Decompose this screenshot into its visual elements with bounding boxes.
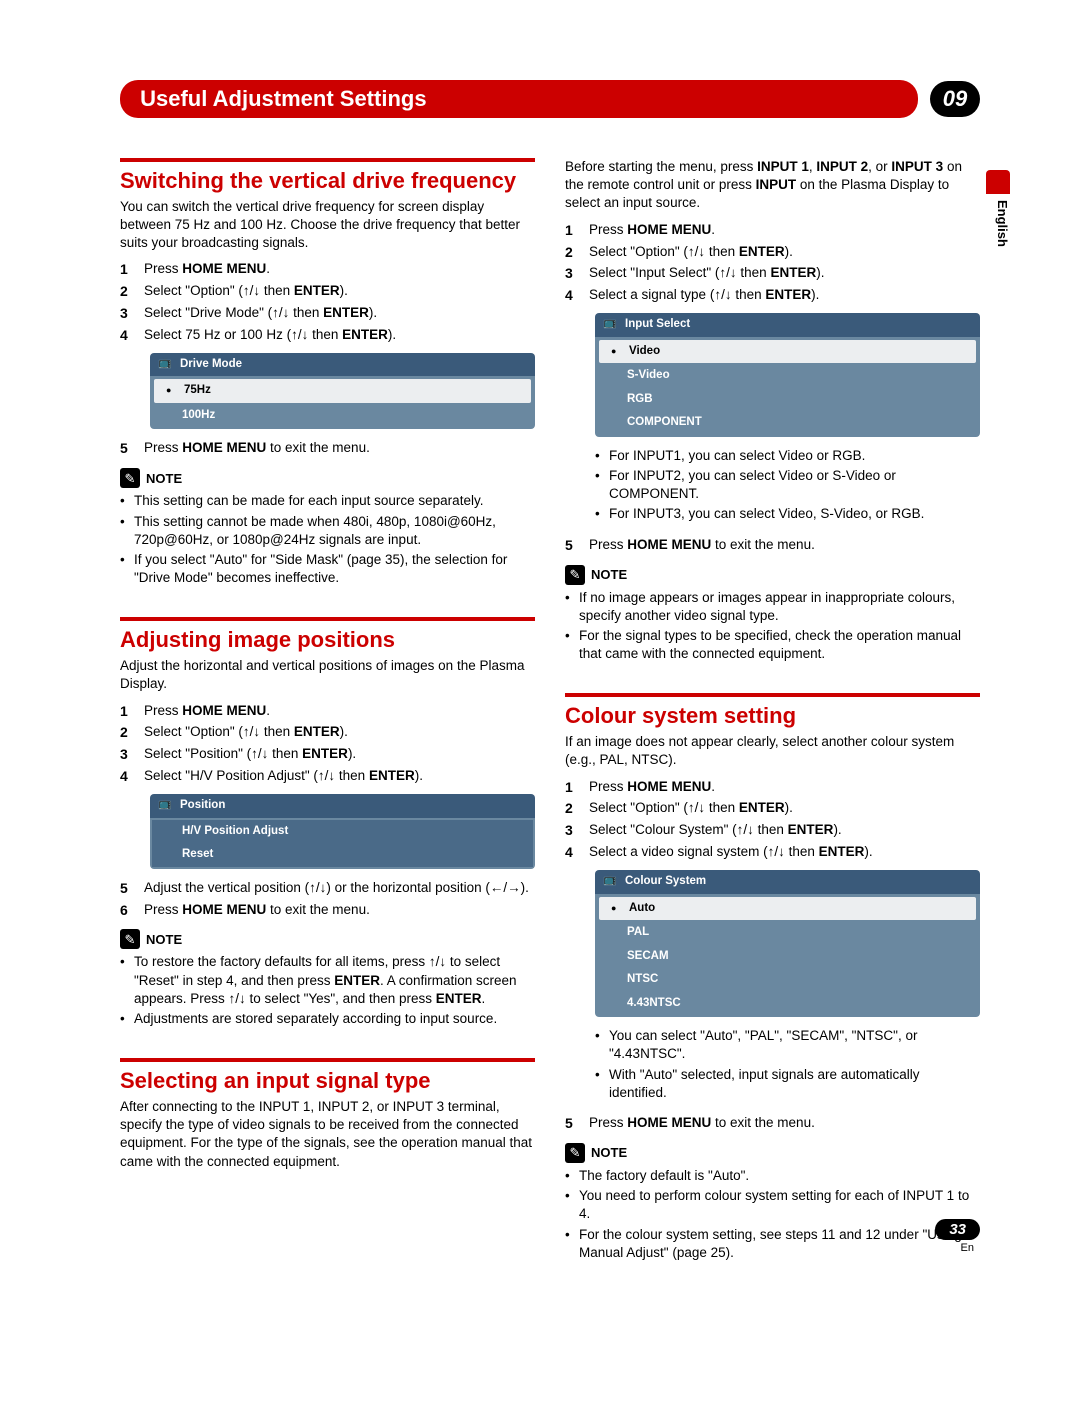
section-heading: Selecting an input signal type: [120, 1066, 535, 1096]
onscreen-menu-position: 📺Position H/V Position AdjustReset: [150, 794, 535, 869]
note-label: NOTE: [146, 470, 182, 488]
note-heading: ✎ NOTE: [120, 468, 535, 488]
note-label: NOTE: [146, 931, 182, 949]
chapter-title: Useful Adjustment Settings: [140, 86, 426, 111]
onscreen-item: 4.43NTSC: [597, 992, 978, 1016]
steps-list: 1Press HOME MENU.2Select "Option" (↑/↓ t…: [120, 702, 535, 787]
page-language-code: En: [935, 1242, 974, 1254]
onscreen-item: H/V Position Adjust: [152, 820, 533, 844]
section-rule: [120, 158, 535, 162]
onscreen-item: Auto: [599, 897, 976, 921]
onscreen-body: VideoS-VideoRGBCOMPONENT: [595, 337, 980, 437]
onscreen-title: 📺Input Select: [595, 313, 980, 337]
onscreen-item: 75Hz: [154, 379, 531, 403]
page-header: Useful Adjustment Settings 09: [120, 80, 980, 118]
onscreen-body: H/V Position AdjustReset: [150, 818, 535, 869]
section-intro: You can switch the vertical drive freque…: [120, 198, 535, 253]
pencil-icon: ✎: [120, 929, 140, 949]
note-list: To restore the factory defaults for all …: [120, 953, 535, 1028]
left-column: Switching the vertical drive frequency Y…: [120, 158, 535, 1274]
menu-icon: 📺: [603, 316, 617, 331]
note-heading: ✎ NOTE: [565, 565, 980, 585]
steps-list: 5Press HOME MENU to exit the menu.: [565, 536, 980, 555]
steps-list: 1Press HOME MENU.2Select "Option" (↑/↓ t…: [565, 778, 980, 863]
note-list: The factory default is "Auto".You need t…: [565, 1167, 980, 1262]
onscreen-title: 📺Colour System: [595, 870, 980, 894]
sub-bullet-list: You can select "Auto", "PAL", "SECAM", "…: [595, 1027, 980, 1102]
note-list: If no image appears or images appear in …: [565, 589, 980, 664]
onscreen-item: SECAM: [597, 945, 978, 969]
note-list: This setting can be made for each input …: [120, 492, 535, 587]
pencil-icon: ✎: [565, 565, 585, 585]
note-label: NOTE: [591, 566, 627, 584]
onscreen-body: AutoPALSECAMNTSC4.43NTSC: [595, 894, 980, 1018]
menu-icon: 📺: [158, 356, 172, 371]
sub-bullet-list: For INPUT1, you can select Video or RGB.…: [595, 447, 980, 524]
chapter-number-badge: 09: [930, 81, 980, 117]
pencil-icon: ✎: [120, 468, 140, 488]
section-rule: [565, 693, 980, 697]
column-intro: Before starting the menu, press INPUT 1,…: [565, 158, 980, 213]
steps-list: 1Press HOME MENU.2Select "Option" (↑/↓ t…: [565, 221, 980, 306]
section-heading: Switching the vertical drive frequency: [120, 166, 535, 196]
section-heading: Adjusting image positions: [120, 625, 535, 655]
onscreen-menu-input-select: 📺Input Select VideoS-VideoRGBCOMPONENT: [595, 313, 980, 437]
section-rule: [120, 1058, 535, 1062]
onscreen-menu-colour-system: 📺Colour System AutoPALSECAMNTSC4.43NTSC: [595, 870, 980, 1017]
onscreen-item: 100Hz: [152, 404, 533, 428]
onscreen-title: 📺Position: [150, 794, 535, 818]
section-intro: After connecting to the INPUT 1, INPUT 2…: [120, 1098, 535, 1171]
note-heading: ✎ NOTE: [565, 1143, 980, 1163]
pencil-icon: ✎: [565, 1143, 585, 1163]
onscreen-title: 📺Drive Mode: [150, 353, 535, 377]
onscreen-item: S-Video: [597, 364, 978, 388]
onscreen-item: PAL: [597, 921, 978, 945]
steps-list: 5Press HOME MENU to exit the menu.: [565, 1114, 980, 1133]
onscreen-item: Reset: [152, 843, 533, 867]
onscreen-item: NTSC: [597, 968, 978, 992]
language-tab-stripe: [986, 170, 1010, 194]
steps-list: 5Adjust the vertical position (↑/↓) or t…: [120, 879, 535, 920]
steps-list: 1Press HOME MENU.2Select "Option" (↑/↓ t…: [120, 260, 535, 345]
onscreen-item: Video: [599, 340, 976, 364]
onscreen-item: COMPONENT: [597, 411, 978, 435]
onscreen-item: RGB: [597, 388, 978, 412]
onscreen-menu-drive-mode: 📺Drive Mode 75Hz100Hz: [150, 353, 535, 430]
menu-icon: 📺: [158, 797, 172, 812]
chapter-title-bar: Useful Adjustment Settings: [120, 80, 918, 118]
section-intro: If an image does not appear clearly, sel…: [565, 733, 980, 769]
menu-icon: 📺: [603, 873, 617, 888]
section-heading: Colour system setting: [565, 701, 980, 731]
onscreen-body: 75Hz100Hz: [150, 376, 535, 429]
section-intro: Adjust the horizontal and vertical posit…: [120, 657, 535, 693]
section-rule: [120, 617, 535, 621]
steps-list: 5Press HOME MENU to exit the menu.: [120, 439, 535, 458]
note-heading: ✎ NOTE: [120, 929, 535, 949]
language-tab: English: [995, 200, 1010, 247]
page-footer: 33 En: [935, 1219, 980, 1254]
note-label: NOTE: [591, 1144, 627, 1162]
page-number-badge: 33: [935, 1219, 980, 1240]
right-column: Before starting the menu, press INPUT 1,…: [565, 158, 980, 1274]
